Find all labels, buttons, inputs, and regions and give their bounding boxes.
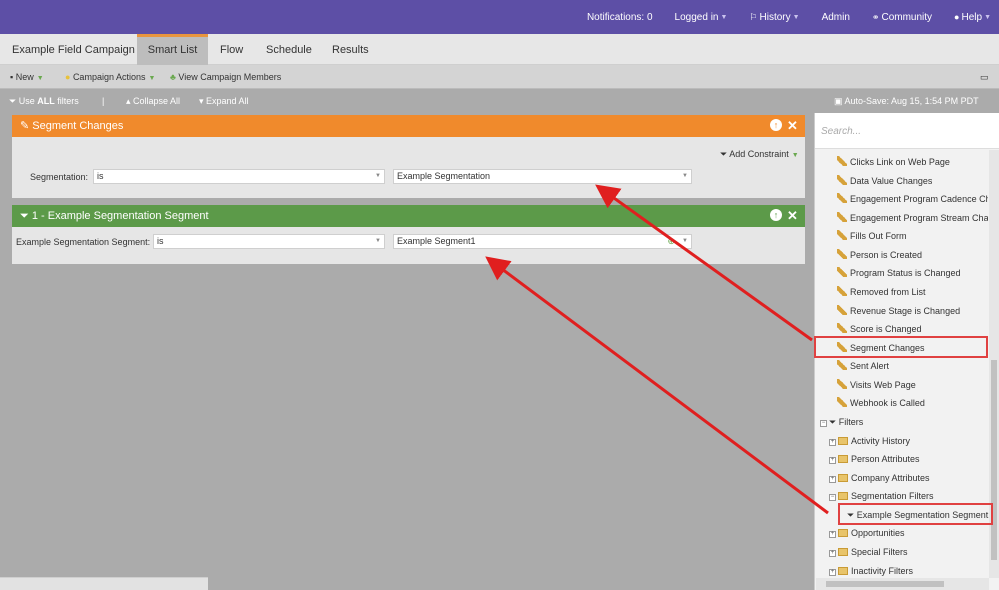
annotation-arrows (485, 184, 829, 515)
arrow-trigger (595, 184, 813, 342)
arrow-filter (485, 256, 829, 515)
